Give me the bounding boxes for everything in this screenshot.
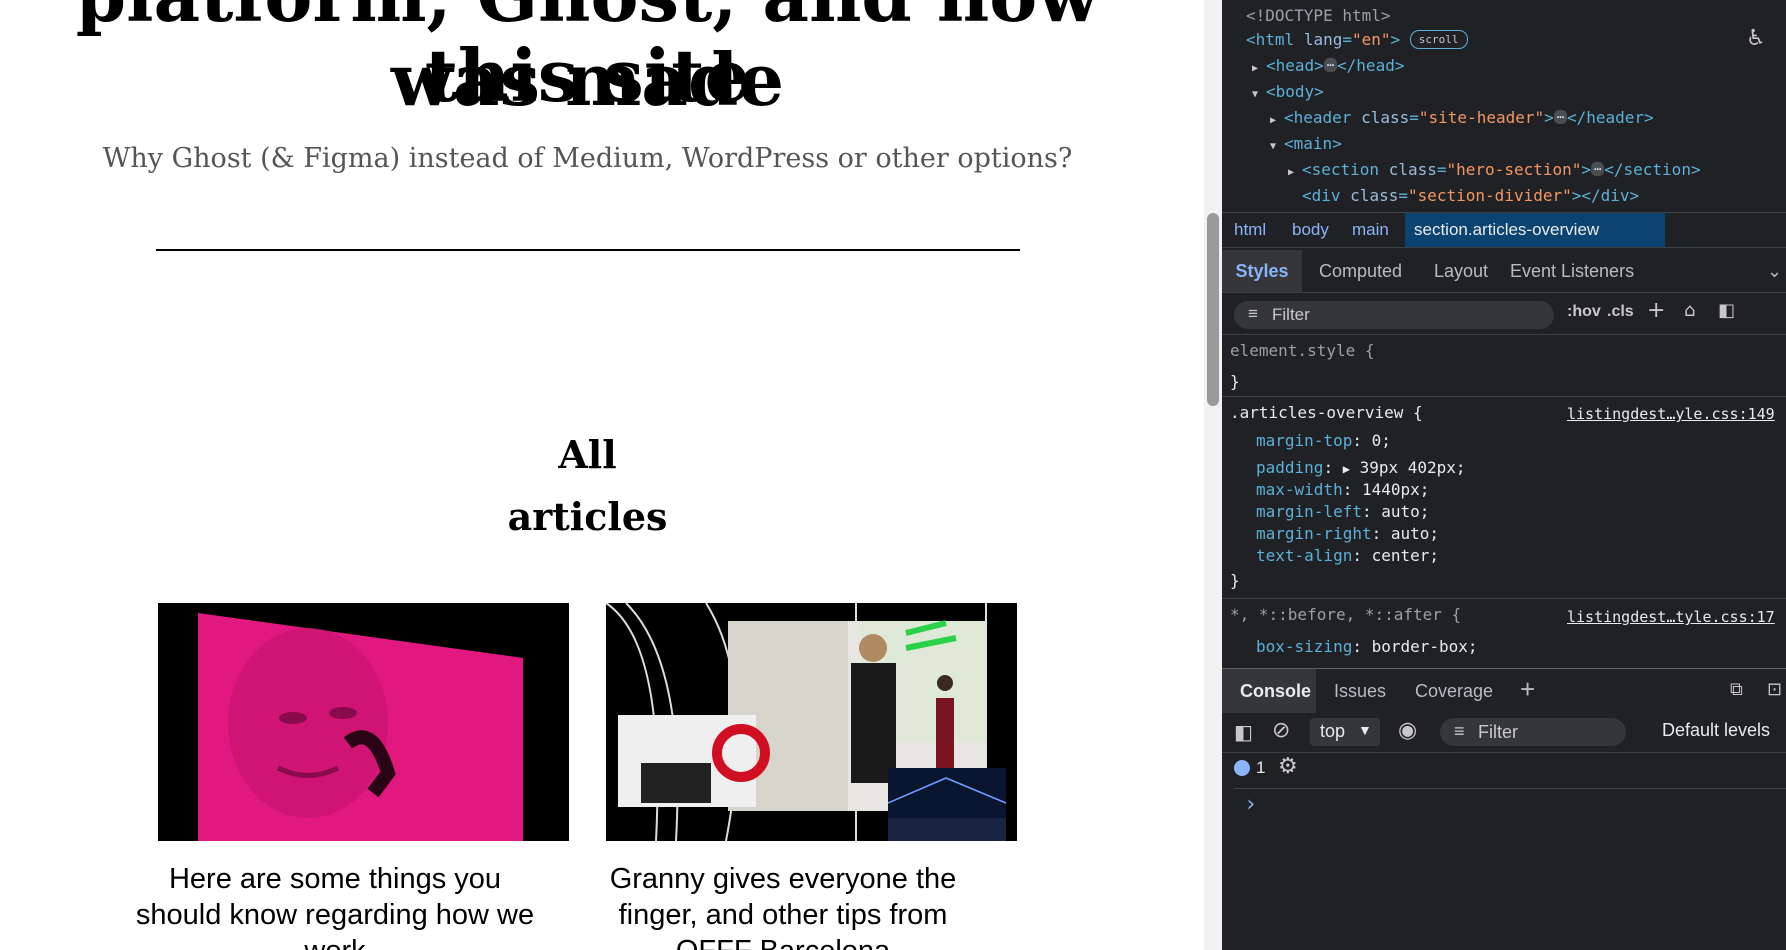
chevron-down-icon: ▼: [1358, 722, 1372, 738]
dom-section-node[interactable]: ▶ <section class="hero-section"> ⋯ </sectio…: [1288, 160, 1701, 179]
article-card-title-2[interactable]: Granny gives everyone the finger, and ot…: [578, 861, 988, 950]
page-scrollbar-thumb[interactable]: [1207, 213, 1219, 406]
article-card-image-2[interactable]: [606, 603, 1017, 841]
devtools-panel: <!DOCTYPE html> <html lang="en"> scroll …: [1222, 0, 1786, 950]
style-prop-row[interactable]: max-width: 1440px;: [1256, 480, 1429, 499]
rule-separator: [1222, 396, 1786, 397]
style-prop-row[interactable]: text-align: center;: [1256, 546, 1439, 565]
expand-arrow-icon[interactable]: ▶: [1343, 462, 1350, 476]
page-scrollbar-track[interactable]: [1204, 0, 1222, 950]
console-message-summary: 1 ⚙: [1234, 752, 1786, 789]
drawer-tabs: Console Issues Coverage + ⧉ ⊡: [1222, 668, 1786, 713]
style-prop-row[interactable]: margin-left: auto;: [1256, 502, 1429, 521]
style-prop-row[interactable]: margin-top: 0;: [1256, 431, 1391, 450]
message-icon: [1234, 760, 1250, 776]
dom-main-node[interactable]: ▼ <main>: [1270, 134, 1342, 153]
articles-overview-source-link[interactable]: listingdest…yle.css:149: [1567, 405, 1775, 423]
expand-arrow-icon[interactable]: ▶: [1270, 115, 1284, 126]
hov-toggle[interactable]: :hov: [1567, 303, 1601, 321]
tab-console[interactable]: Console: [1240, 669, 1311, 713]
styles-filter-bar: ≡ Filter :hov .cls + ⌂ ◧: [1222, 294, 1786, 335]
log-levels-dropdown[interactable]: Default levels: [1662, 720, 1770, 741]
style-prop-row[interactable]: margin-right: auto;: [1256, 524, 1439, 543]
ellipsis-badge[interactable]: ⋯: [1553, 110, 1567, 124]
breadcrumb-section[interactable]: section.articles-overview: [1414, 213, 1599, 247]
add-rule-icon[interactable]: +: [1647, 298, 1665, 323]
universal-selector[interactable]: *, *::before, *::after {: [1230, 605, 1461, 624]
paint-brush-icon[interactable]: ⌂: [1684, 300, 1695, 321]
section-divider: [156, 249, 1020, 251]
element-style-selector[interactable]: element.style {: [1230, 341, 1375, 360]
dom-head-node[interactable]: ▶ <head> ⋯ </head>: [1252, 56, 1404, 75]
console-filter-placeholder: Filter: [1478, 722, 1518, 742]
pink-portrait-image: [158, 603, 569, 841]
breadcrumb-html[interactable]: html: [1234, 213, 1266, 247]
console-prompt[interactable]: ›: [1244, 792, 1257, 817]
dom-div-node[interactable]: <div class="section-divider"></div>: [1302, 186, 1639, 205]
tab-issues[interactable]: Issues: [1334, 669, 1386, 713]
tab-computed[interactable]: Computed: [1319, 250, 1402, 292]
close-drawer-icon[interactable]: ⊡: [1767, 679, 1782, 700]
collapse-arrow-icon[interactable]: ▼: [1252, 89, 1266, 100]
post-title-line-2: was made: [390, 37, 785, 122]
breadcrumb-main[interactable]: main: [1352, 213, 1389, 247]
styles-filter-input[interactable]: ≡ Filter: [1234, 301, 1554, 329]
gear-icon[interactable]: ⚙: [1278, 754, 1298, 779]
dom-body-node[interactable]: ▼ <body>: [1252, 82, 1324, 101]
clear-console-icon[interactable]: ⊘: [1272, 718, 1290, 743]
dom-doctype[interactable]: <!DOCTYPE html>: [1246, 6, 1391, 25]
sidebar-toggle-icon[interactable]: ◧: [1234, 720, 1253, 744]
ellipsis-badge[interactable]: ⋯: [1323, 58, 1338, 72]
console-filter-input[interactable]: ≡ Filter: [1440, 718, 1626, 746]
tab-layout[interactable]: Layout: [1434, 250, 1488, 292]
universal-source-link[interactable]: listingdest…tyle.css:17: [1567, 608, 1775, 626]
dom-header-node[interactable]: ▶ <header class="site-header"> ⋯ </header>: [1270, 108, 1654, 127]
dock-icon[interactable]: ⧉: [1730, 679, 1743, 700]
dom-html-node[interactable]: <html lang="en"> scroll: [1246, 30, 1468, 49]
tab-coverage[interactable]: Coverage: [1415, 669, 1493, 713]
message-count: 1: [1256, 758, 1266, 777]
filter-icon: ≡: [1454, 721, 1465, 741]
articles-overview-close: }: [1230, 571, 1240, 590]
offf-collage-image: [606, 603, 1017, 841]
eye-icon[interactable]: ◉: [1398, 718, 1417, 743]
scroll-badge[interactable]: scroll: [1409, 30, 1468, 49]
style-prop-row[interactable]: padding: ▶ 39px 402px;: [1256, 458, 1466, 477]
expand-arrow-icon[interactable]: ▶: [1252, 63, 1266, 74]
article-card-title-1[interactable]: Here are some things you should know reg…: [130, 861, 540, 950]
cls-toggle[interactable]: .cls: [1607, 303, 1634, 321]
web-page: platform, Ghost, and how this site was m…: [0, 0, 1222, 950]
rule-separator: [1222, 598, 1786, 599]
toggle-sidebar-icon[interactable]: ◧: [1718, 300, 1735, 321]
all-articles-heading-line-1: All: [558, 432, 617, 477]
add-tab-icon[interactable]: +: [1520, 669, 1535, 709]
context-value: top: [1320, 721, 1346, 741]
post-subtitle: Why Ghost (& Figma) instead of Medium, W…: [102, 143, 1073, 174]
accessibility-icon[interactable]: ♿: [1746, 26, 1766, 51]
breadcrumb-body[interactable]: body: [1292, 213, 1329, 247]
console-toolbar: ◧ ⊘ top ▼ ◉ ≡ Filter Default levels: [1222, 712, 1786, 753]
article-card-image-1[interactable]: [158, 603, 569, 841]
all-articles-heading-line-2: articles: [507, 494, 668, 539]
articles-overview-selector[interactable]: .articles-overview {: [1230, 403, 1423, 422]
styles-pane-tabs: Styles Computed Layout Event Listeners ⌄: [1222, 250, 1786, 293]
context-selector[interactable]: top ▼: [1310, 718, 1380, 746]
element-style-close: }: [1230, 372, 1240, 391]
ellipsis-badge[interactable]: ⋯: [1591, 162, 1605, 176]
chevron-down-icon[interactable]: ⌄: [1767, 250, 1782, 292]
collapse-arrow-icon[interactable]: ▼: [1270, 141, 1284, 152]
expand-arrow-icon[interactable]: ▶: [1288, 167, 1302, 178]
filter-icon: ≡: [1248, 304, 1258, 323]
dom-breadcrumb: html body main section.articles-overview: [1222, 212, 1786, 248]
style-prop-row[interactable]: box-sizing: border-box;: [1256, 637, 1478, 656]
styles-filter-placeholder: Filter: [1272, 305, 1310, 324]
tab-event-listeners[interactable]: Event Listeners: [1510, 250, 1634, 292]
tab-styles[interactable]: Styles: [1222, 250, 1302, 292]
